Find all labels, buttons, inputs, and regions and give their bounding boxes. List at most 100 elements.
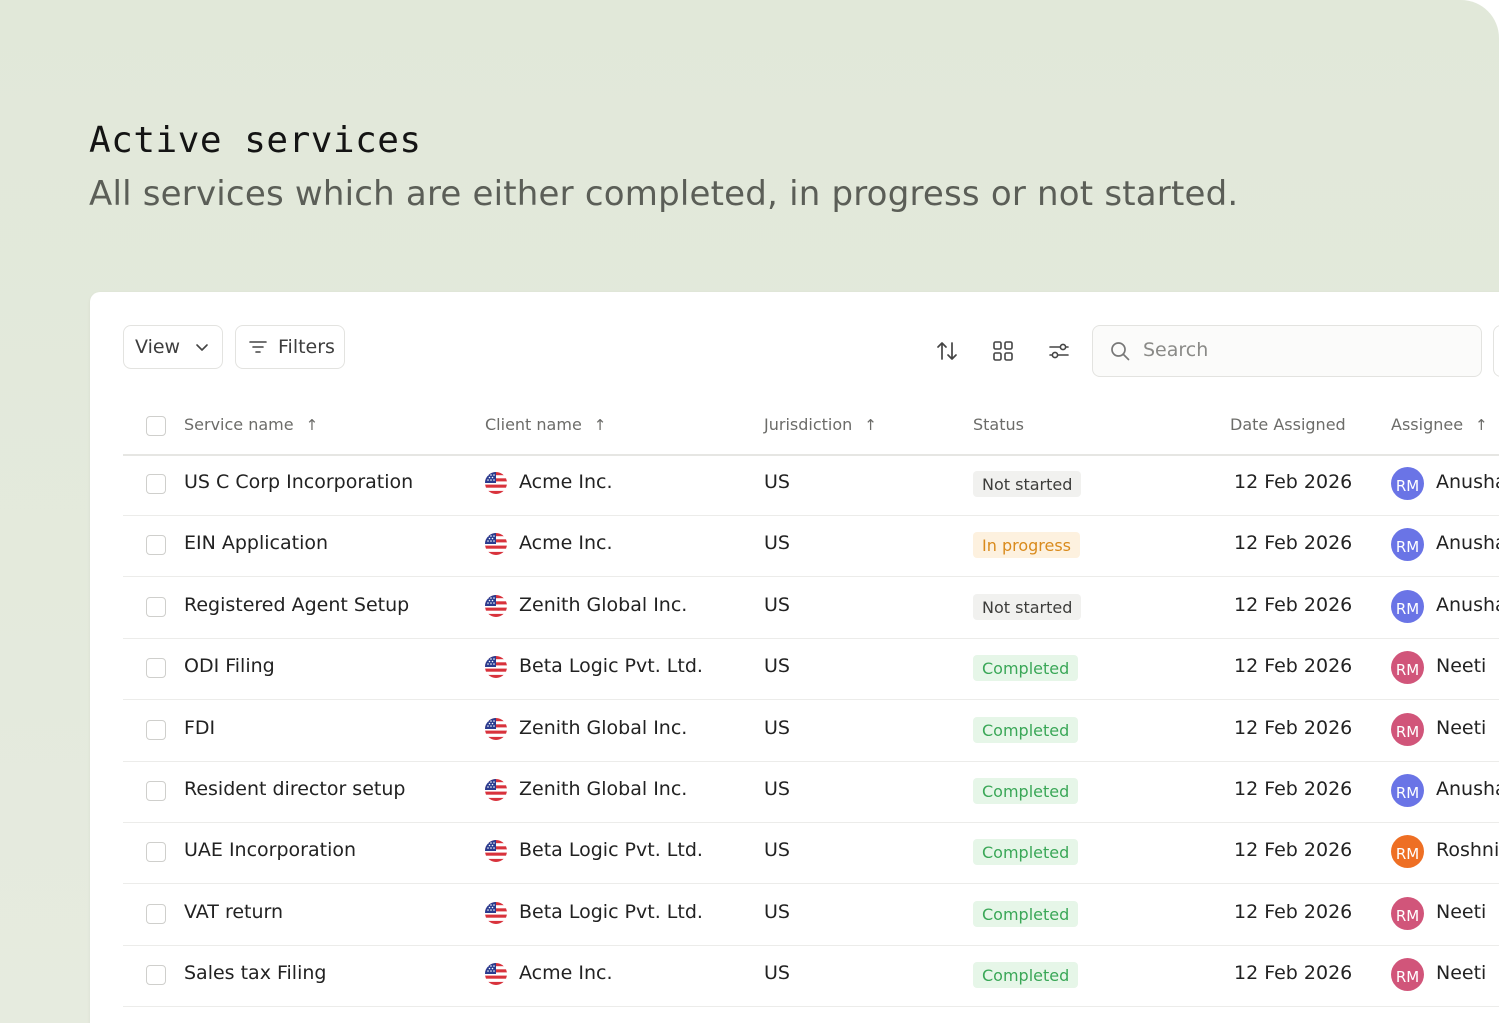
- row-checkbox[interactable]: [146, 842, 166, 863]
- jurisdiction: US: [764, 593, 790, 616]
- column-client-name[interactable]: Client name ↑: [485, 415, 606, 434]
- row-checkbox[interactable]: [146, 719, 166, 740]
- table-row[interactable]: US C Corp Incorporation Acme Inc. US Not…: [123, 454, 1499, 516]
- us-flag-icon: [485, 656, 507, 679]
- filters-button[interactable]: Filters: [235, 325, 345, 369]
- table-row[interactable]: Sales tax Filing Acme Inc. US Completed …: [123, 945, 1499, 1008]
- service-name: Sales tax Filing: [184, 962, 327, 985]
- grid-view-icon[interactable]: [991, 339, 1015, 363]
- chevron-down-icon: [196, 344, 208, 351]
- jurisdiction: US: [764, 532, 790, 555]
- row-checkbox[interactable]: [146, 596, 166, 617]
- sort-arrow-icon: ↑: [305, 416, 319, 434]
- status-badge: Completed: [973, 839, 1079, 866]
- row-checkbox[interactable]: [146, 965, 166, 986]
- table-row[interactable]: UAE Incorporation Beta Logic Pvt. Ltd. U…: [123, 822, 1499, 885]
- search-icon: [1111, 342, 1130, 361]
- row-checkbox[interactable]: [146, 903, 166, 924]
- status-badge: Completed: [973, 778, 1079, 804]
- us-flag-icon: [485, 901, 507, 924]
- avatar: RM: [1391, 896, 1424, 930]
- date-assigned: 12 Feb 2026: [1234, 962, 1353, 985]
- page-background: Active services All services which are e…: [0, 0, 1499, 1023]
- avatar: RM: [1391, 774, 1424, 807]
- client-name[interactable]: Beta Logic Pvt. Ltd.: [519, 901, 703, 923]
- status-badge: Completed: [973, 962, 1079, 989]
- us-flag-icon: [485, 779, 507, 801]
- avatar: RM: [1391, 835, 1424, 869]
- date-assigned: 12 Feb 2026: [1234, 532, 1353, 555]
- table-row[interactable]: ODI Filing Beta Logic Pvt. Ltd. US Compl…: [123, 638, 1499, 701]
- column-date-assigned[interactable]: Date Assigned: [1230, 415, 1346, 434]
- jurisdiction: US: [764, 716, 790, 739]
- avatar: RM: [1391, 712, 1424, 746]
- column-assignee[interactable]: Assignee ↑: [1391, 415, 1488, 434]
- jurisdiction: US: [764, 471, 790, 493]
- client-name[interactable]: Beta Logic Pvt. Ltd.: [519, 655, 703, 677]
- assignee-name[interactable]: Neeti: [1436, 901, 1486, 923]
- filter-icon: [249, 341, 267, 353]
- us-flag-icon: [485, 840, 507, 863]
- settings-sliders-icon[interactable]: [1047, 339, 1071, 363]
- status-badge: Completed: [973, 900, 1079, 927]
- avatar: RM: [1391, 958, 1424, 992]
- client-name[interactable]: Acme Inc.: [519, 471, 612, 493]
- table-row[interactable]: Registered Agent Setup Zenith Global Inc…: [123, 577, 1499, 639]
- page-subtitle: All services which are either completed,…: [89, 174, 1239, 214]
- assignee-name[interactable]: Anusha: [1436, 778, 1499, 800]
- column-status[interactable]: Status: [973, 415, 1024, 434]
- date-assigned: 12 Feb 2026: [1234, 471, 1353, 493]
- date-assigned: 12 Feb 2026: [1234, 716, 1353, 739]
- service-name: Resident director setup: [184, 778, 406, 800]
- client-name[interactable]: Zenith Global Inc.: [519, 778, 687, 800]
- us-flag-icon: [485, 963, 507, 986]
- avatar: RM: [1391, 651, 1424, 685]
- status-badge: In progress: [973, 532, 1081, 559]
- sort-icon[interactable]: [935, 339, 959, 363]
- date-assigned: 12 Feb 2026: [1234, 839, 1353, 862]
- column-jurisdiction[interactable]: Jurisdiction ↑: [764, 415, 877, 434]
- client-name[interactable]: Zenith Global Inc.: [519, 594, 687, 616]
- assignee-name[interactable]: Anusha: [1436, 471, 1499, 493]
- table-row[interactable]: Resident director setup Zenith Global In…: [123, 761, 1499, 823]
- jurisdiction: US: [764, 778, 790, 800]
- row-checkbox[interactable]: [146, 535, 166, 556]
- client-name[interactable]: Beta Logic Pvt. Ltd.: [519, 839, 703, 861]
- row-checkbox[interactable]: [146, 658, 166, 679]
- status-badge: Not started: [973, 471, 1082, 497]
- date-assigned: 12 Feb 2026: [1234, 900, 1353, 923]
- filters-label: Filters: [278, 336, 335, 358]
- sort-arrow-icon: ↑: [1475, 416, 1488, 434]
- date-assigned: 12 Feb 2026: [1234, 593, 1353, 616]
- jurisdiction: US: [764, 900, 790, 923]
- date-assigned: 12 Feb 2026: [1234, 655, 1353, 678]
- service-name: VAT return: [184, 900, 284, 923]
- table-header: Service name ↑ Client name ↑ Jurisdiction ↑…: [123, 405, 1499, 456]
- assignee-name[interactable]: Roshni: [1436, 839, 1499, 861]
- client-name[interactable]: Acme Inc.: [519, 962, 612, 984]
- select-all-checkbox[interactable]: [146, 416, 166, 436]
- status-badge: Not started: [973, 593, 1082, 620]
- jurisdiction: US: [764, 655, 790, 678]
- search-input[interactable]: Search: [1092, 325, 1482, 377]
- table-row[interactable]: VAT return Beta Logic Pvt. Ltd. US Compl…: [123, 884, 1499, 946]
- avatar: RM: [1391, 589, 1424, 623]
- view-dropdown[interactable]: View: [123, 325, 223, 369]
- page-title: Active services: [89, 120, 422, 161]
- assignee-name[interactable]: Neeti: [1436, 717, 1486, 739]
- row-checkbox[interactable]: [146, 474, 166, 494]
- row-checkbox[interactable]: [146, 781, 166, 801]
- assignee-name[interactable]: Anusha: [1436, 594, 1499, 616]
- assignee-name[interactable]: Neeti: [1436, 962, 1486, 984]
- client-name[interactable]: Zenith Global Inc.: [519, 717, 687, 739]
- assignee-name[interactable]: Neeti: [1436, 655, 1486, 677]
- table-row[interactable]: EIN Application Acme Inc. US In progress…: [123, 515, 1499, 578]
- table-row[interactable]: FDI Zenith Global Inc. US Completed 12 F…: [123, 700, 1499, 762]
- jurisdiction: US: [764, 839, 790, 862]
- sort-arrow-icon: ↑: [864, 416, 877, 434]
- column-service-name[interactable]: Service name ↑: [184, 415, 318, 434]
- services-table-card: View Filters Search Service name ↑ Clien…: [90, 292, 1499, 1023]
- client-name[interactable]: Acme Inc.: [519, 532, 612, 554]
- assignee-name[interactable]: Anusha: [1436, 532, 1499, 554]
- toolbar-extra-button[interactable]: [1493, 325, 1499, 377]
